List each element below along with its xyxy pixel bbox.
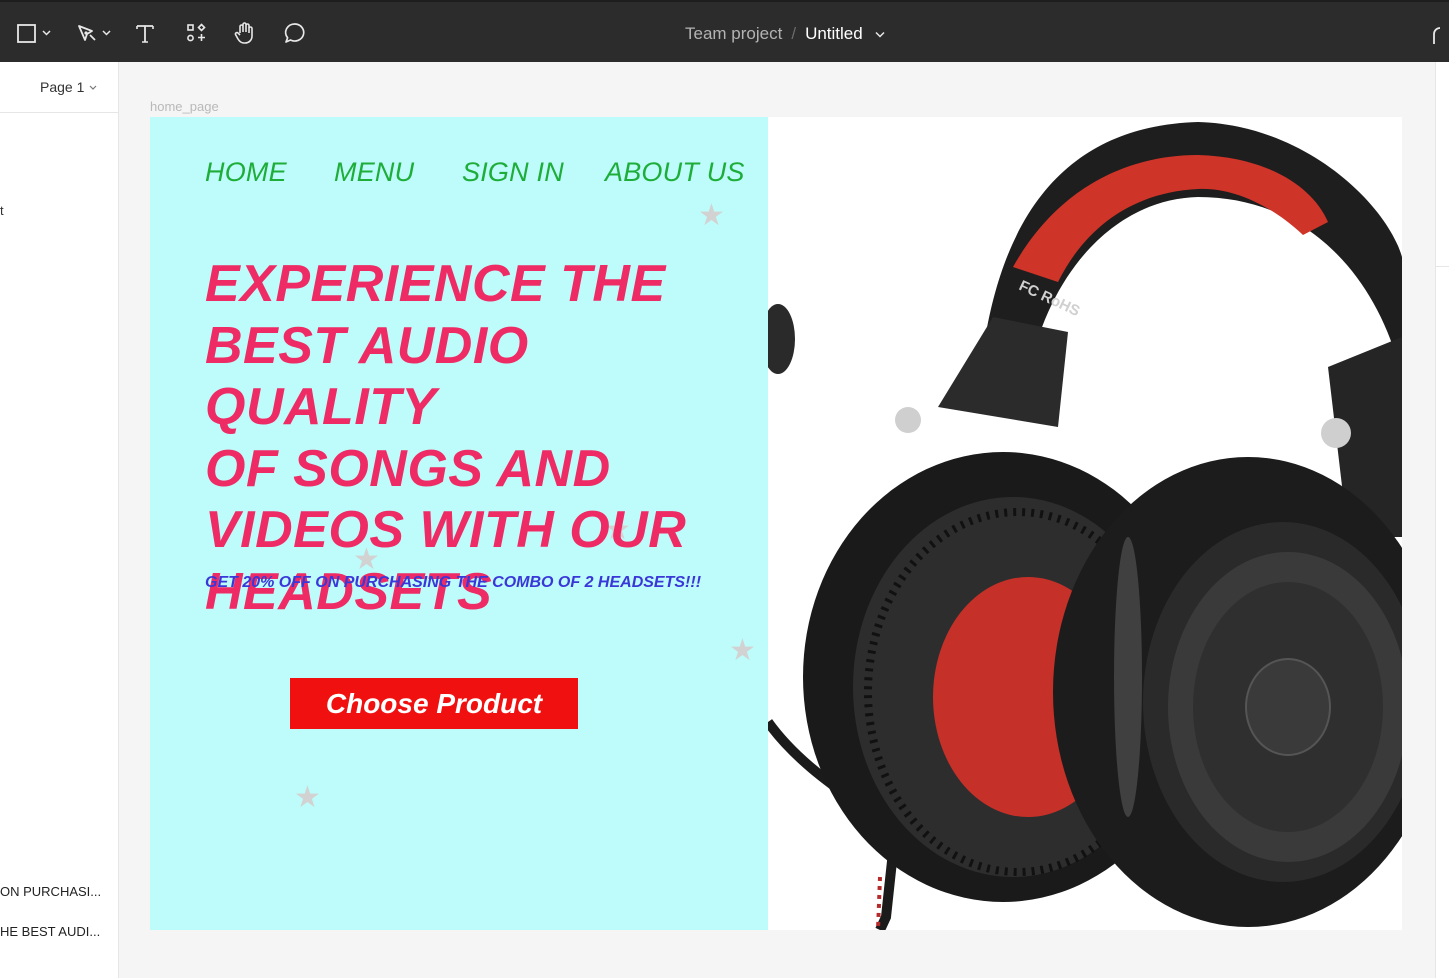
document-name[interactable]: Untitled xyxy=(805,24,863,44)
components-tool[interactable] xyxy=(185,18,207,48)
home-page-frame[interactable]: HOME MENU SIGN IN ABOUT US ★ ★ ★ ★ ★ EXP… xyxy=(150,117,1402,930)
nav-menu[interactable]: MENU xyxy=(334,157,414,188)
text-tool[interactable] xyxy=(134,18,156,48)
top-toolbar: Team project / Untitled xyxy=(0,0,1449,62)
headline-line: EXPERIENCE THE xyxy=(205,255,666,313)
page-label: Page 1 xyxy=(40,79,85,95)
hero-headline: EXPERIENCE THE BEST AUDIO QUALITY OF SON… xyxy=(205,254,775,623)
pen-icon xyxy=(78,25,96,41)
hand-icon xyxy=(234,22,253,44)
properties-panel xyxy=(1435,62,1449,978)
star-icon: ★ xyxy=(294,781,321,814)
frame-icon xyxy=(17,24,36,43)
title-separator: / xyxy=(791,24,797,43)
choose-product-button[interactable]: Choose Product xyxy=(290,678,578,729)
chevron-down-icon xyxy=(42,30,51,36)
file-title[interactable]: Team project / Untitled xyxy=(685,22,885,46)
nav-home[interactable]: HOME xyxy=(205,157,287,188)
panel-divider xyxy=(1435,266,1449,267)
star-icon: ★ xyxy=(698,199,725,232)
star-icon: ★ xyxy=(729,634,756,667)
share-icon[interactable] xyxy=(1428,20,1449,46)
panel-divider xyxy=(0,112,119,113)
pen-tool[interactable] xyxy=(76,18,111,48)
page-selector[interactable]: Page 1 xyxy=(40,79,97,95)
nav-sign-in[interactable]: SIGN IN xyxy=(462,157,564,188)
project-name[interactable]: Team project xyxy=(685,24,782,44)
headset-image: FC RoHS xyxy=(761,117,1402,930)
comment-tool[interactable] xyxy=(283,18,307,48)
components-icon xyxy=(187,23,206,42)
chevron-down-icon[interactable] xyxy=(875,31,885,38)
layer-item[interactable]: HE BEST AUDI... xyxy=(0,924,118,939)
headline-line: OF SONGS AND xyxy=(205,439,611,498)
headline-line: VIDEOS WITH OUR xyxy=(205,501,687,559)
nav-about-us[interactable]: ABOUT US xyxy=(605,157,745,188)
layer-item[interactable]: t xyxy=(0,203,4,218)
headline-line: HEADSETS xyxy=(205,562,493,621)
headline-line: BEST AUDIO QUALITY xyxy=(205,316,529,437)
text-icon xyxy=(136,25,154,43)
chevron-down-icon xyxy=(102,30,111,36)
hand-tool[interactable] xyxy=(233,18,257,48)
frame-tool[interactable] xyxy=(16,18,51,48)
offer-text: GET 20% OFF ON PURCHASING THE COMBO OF 2… xyxy=(205,574,702,591)
comment-icon xyxy=(284,23,305,43)
layers-panel: Page 1 t ON PURCHASI... HE BEST AUDI... xyxy=(0,62,119,978)
layer-item[interactable]: ON PURCHASI... xyxy=(0,884,118,899)
chevron-down-icon xyxy=(89,85,97,90)
frame-label[interactable]: home_page xyxy=(150,99,219,114)
hero-panel: HOME MENU SIGN IN ABOUT US ★ ★ ★ ★ ★ EXP… xyxy=(150,117,768,930)
